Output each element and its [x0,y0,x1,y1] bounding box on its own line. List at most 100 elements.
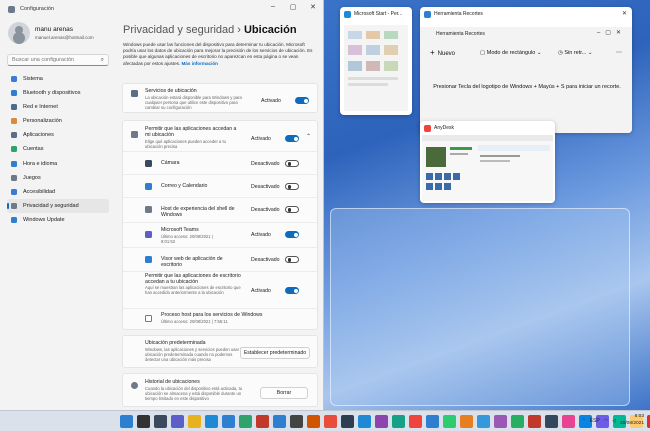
app-access-subtitle: Elige qué aplicaciones pueden acceder a … [145,139,227,149]
page-description: Windows puede usar las funciones del dis… [123,42,313,66]
more-info-link[interactable]: Más información [181,61,218,66]
app-toggle[interactable] [285,231,299,238]
taskbar-app-icon[interactable] [375,415,388,428]
desktop-apps-toggle[interactable] [285,287,299,294]
taskbar-app-icon[interactable] [273,415,286,428]
sidebar-item-8[interactable]: Accesibilidad [7,185,109,199]
recortes-more[interactable]: ⋯ [616,47,622,59]
taskbar-app-icon[interactable] [494,415,507,428]
taskbar-app-icon[interactable] [171,415,184,428]
app-toggle[interactable] [285,183,299,190]
taskbar-app-icon[interactable] [477,415,490,428]
sidebar-item-1[interactable]: Bluetooth y dispositivos [7,86,109,100]
app-toggle[interactable] [285,206,299,213]
plus-icon: + [430,48,435,57]
taskbar-app-icon[interactable] [545,415,558,428]
chevron-up-icon[interactable]: ⌃ [306,133,311,140]
default-location-title: Ubicación predeterminada [145,340,206,346]
user-profile[interactable]: manu arenas manuel.arenas@hotmail.com [8,22,118,46]
app-state: Desactivado [251,184,280,190]
globe-icon [11,160,17,167]
taskbar-app-icon[interactable] [324,415,337,428]
apps-icon [11,132,17,139]
search-icon[interactable] [137,415,150,428]
taskbar-app-icon[interactable] [239,415,252,428]
app-name: Visor web de aplicación de escritorio [161,256,223,269]
sidebar-item-2[interactable]: Red e Internet [7,100,109,114]
sidebar-item-10[interactable]: Windows Update [7,213,109,227]
app-access-title: Permitir que las aplicaciones accedan a … [145,126,237,139]
taskbar-app-icon[interactable] [358,415,371,428]
sidebar-item-3[interactable]: Personalización [7,114,109,128]
close-icon[interactable]: ✕ [308,3,318,11]
clear-history-button[interactable]: Borrar [260,387,308,399]
taskbar-app-icon[interactable] [426,415,439,428]
sidebar-item-label: Windows Update [23,216,65,223]
sidebar-item-5[interactable]: Cuentas [7,142,109,156]
sidebar-item-label: Hora e idioma [23,160,58,167]
maximize-icon[interactable]: ▢ [288,3,298,11]
app-last-access: Último acceso: 20/08/2021 | 8:01:53 [161,234,213,244]
language-indicator[interactable]: ESP [590,418,600,424]
app-access-toggle[interactable] [285,135,299,142]
clock[interactable]: 8:03 20/08/2021 [620,414,644,427]
snip-mode-dropdown[interactable]: ▢ Modo de rectángulo ⌄ [480,47,542,59]
system-tray: ⌃ ESP ◠ ◁ 8:03 20/08/2021 [582,414,644,427]
app-state: Desactivado [251,257,280,263]
taskbar-app-icon[interactable] [409,415,422,428]
minimize-icon[interactable]: – [268,3,278,11]
breadcrumb-parent[interactable]: Privacidad y seguridad [123,24,234,36]
thumb-anydesk[interactable]: AnyDesk [420,121,555,203]
taskbar-app-icon[interactable] [188,415,201,428]
taskbar-app-icon[interactable] [256,415,269,428]
app-toggle[interactable] [285,256,299,263]
new-snip-button[interactable]: + Nuevo [430,47,462,59]
start-icon[interactable] [120,415,133,428]
taskbar-app-icon[interactable] [205,415,218,428]
app-icon [145,256,152,263]
divider [123,222,319,223]
taskbar-app-icon[interactable] [154,415,167,428]
sidebar-item-7[interactable]: Juegos [7,171,109,185]
page-title: Ubicación [243,24,297,36]
network-icon [11,104,17,111]
app-toggle[interactable] [285,160,299,167]
chevron-down-icon: ⌄ [535,50,542,56]
host-process-row: Proceso host para los servicios de Windo… [123,308,319,329]
sidebar-item-6[interactable]: Hora e idioma [7,157,109,171]
app-access-state: Activado [251,136,271,142]
thumb-herramienta-recortes[interactable]: Herramienta Recortes ✕ Herramienta Recor… [420,7,632,133]
clock-date: 20/08/2021 [619,420,644,426]
search-input[interactable] [8,55,94,65]
taskbar-app-icon[interactable] [341,415,354,428]
rectangle-icon: ▢ [480,50,487,56]
scissors-icon [424,11,431,18]
close-icon[interactable]: ✕ [622,10,627,17]
sidebar-item-9[interactable]: Privacidad y seguridad [7,198,109,213]
location-services-toggle[interactable] [295,97,309,104]
taskbar-app-icon[interactable] [307,415,320,428]
sidebar-item-4[interactable]: Aplicaciones [7,128,109,142]
recortes-window-controls: –▢✕ [596,30,626,36]
user-email: manuel.arenas@hotmail.com [35,35,94,40]
sidebar-item-label: Personalización [23,118,62,125]
taskbar-app-icon[interactable] [222,415,235,428]
app-icon [145,206,152,213]
taskbar-app-icon[interactable] [290,415,303,428]
set-default-location-button[interactable]: Establecer predeterminado [240,347,310,359]
taskbar-app-icon[interactable] [460,415,473,428]
sidebar-item-0[interactable]: Sistema [7,72,109,86]
taskbar-app-icon[interactable] [528,415,541,428]
taskbar-app-icon[interactable] [562,415,575,428]
volume-icon[interactable]: ◁ [612,418,616,424]
search-icon[interactable]: ⌕ [101,57,104,64]
default-location-subtitle: Windows, las aplicaciones y servicios pu… [145,347,244,362]
tray-chevron-icon[interactable]: ⌃ [582,418,586,424]
taskbar-app-icon[interactable] [443,415,456,428]
divider [123,308,319,309]
taskbar-app-icon[interactable] [511,415,524,428]
delay-dropdown[interactable]: ◷ Sin retr... ⌄ [558,47,592,59]
thumb-microsoft-start[interactable]: Microsoft Start - Per... [340,7,412,115]
taskbar-app-icon[interactable] [392,415,405,428]
wifi-icon[interactable]: ◠ [604,418,608,424]
